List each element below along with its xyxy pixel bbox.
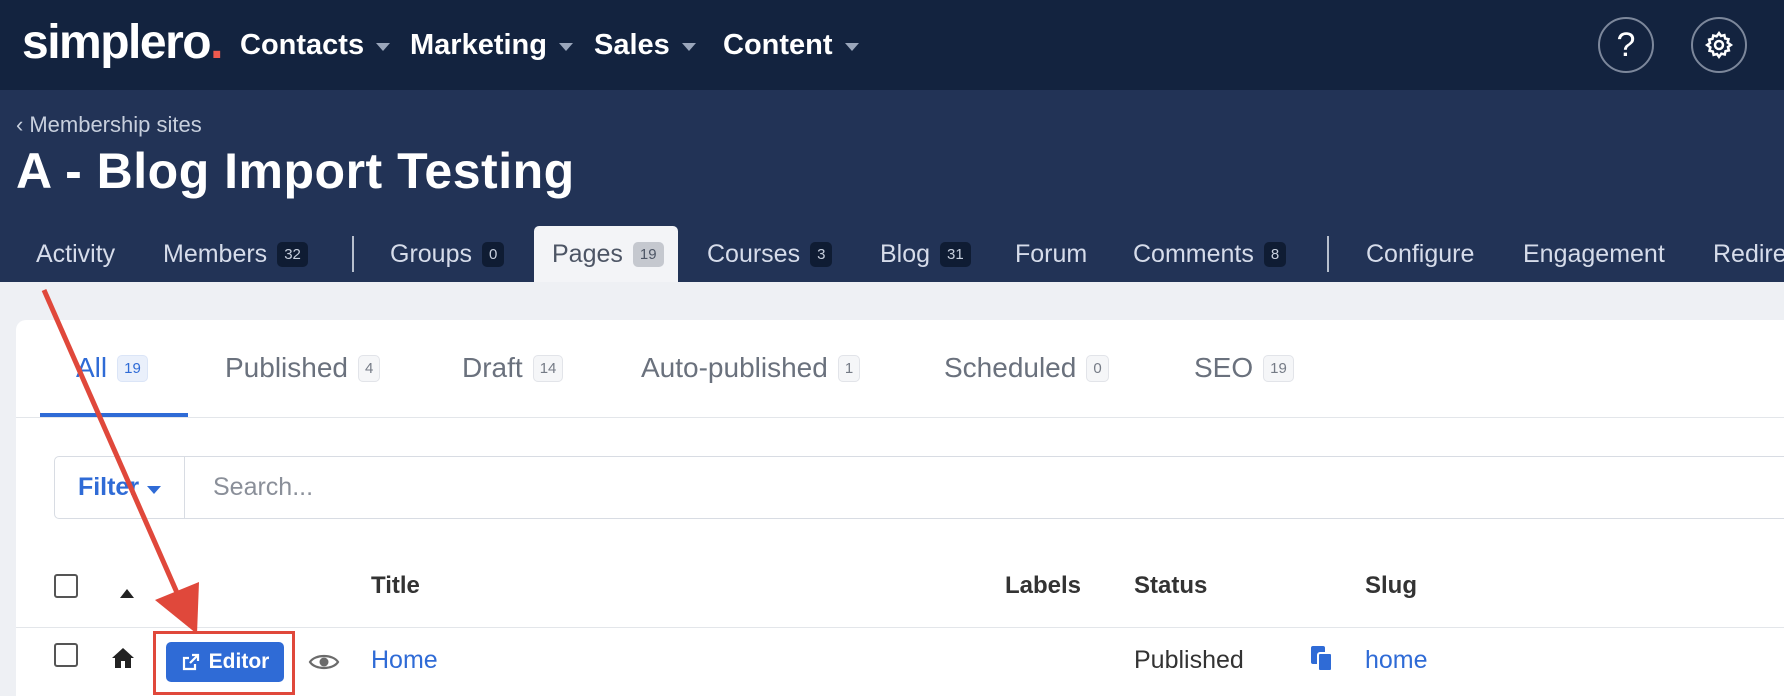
filter-dropdown-button[interactable]: Filter — [55, 457, 185, 518]
count-badge: 4 — [357, 354, 381, 382]
count-badge: 32 — [277, 241, 308, 267]
top-navigation-bar: simplero. Contacts Marketing Sales Conte… — [0, 0, 1784, 90]
tab-separator — [352, 236, 354, 272]
count-badge: 19 — [117, 354, 148, 382]
tab-redirects[interactable]: Redire — [1713, 226, 1784, 282]
chevron-down-icon — [376, 43, 391, 51]
count-badge: 31 — [940, 241, 971, 267]
slug-link[interactable]: home — [1365, 646, 1428, 675]
eye-icon[interactable] — [308, 651, 340, 673]
home-icon — [112, 648, 134, 668]
breadcrumb[interactable]: ‹ Membership sites — [16, 112, 202, 138]
site-tabs: Activity Members 32 Groups 0 Pages 19 Cours… — [0, 226, 1784, 282]
help-button[interactable]: ? — [1598, 17, 1654, 73]
column-header-slug[interactable]: Slug — [1365, 572, 1417, 600]
tab-pages[interactable]: Pages 19 — [534, 226, 678, 282]
count-badge: 1 — [837, 354, 861, 382]
divider — [16, 417, 1784, 418]
count-badge: 19 — [1263, 354, 1294, 382]
subtab-all[interactable]: All 19 — [76, 320, 148, 416]
question-mark-icon: ? — [1616, 25, 1636, 64]
count-badge: 19 — [632, 241, 664, 267]
column-header-status[interactable]: Status — [1134, 572, 1207, 600]
nav-menu-marketing[interactable]: Marketing — [410, 0, 573, 90]
chevron-down-icon — [681, 43, 696, 51]
tab-blog[interactable]: Blog 31 — [880, 226, 971, 282]
filter-search-bar: Filter — [54, 456, 1784, 519]
chevron-down-icon — [844, 43, 859, 51]
subtab-scheduled[interactable]: Scheduled 0 — [944, 320, 1109, 416]
tab-engagement[interactable]: Engagement — [1523, 226, 1665, 282]
page-title: A - Blog Import Testing — [16, 143, 575, 199]
gear-icon — [1704, 30, 1734, 60]
row-checkbox[interactable] — [54, 643, 78, 667]
chevron-down-icon — [147, 485, 162, 494]
divider — [16, 627, 1784, 628]
subtab-draft[interactable]: Draft 14 — [462, 320, 564, 416]
subtab-auto-published[interactable]: Auto-published 1 — [641, 320, 861, 416]
select-all-checkbox[interactable] — [54, 574, 78, 598]
nav-menu-contacts[interactable]: Contacts — [240, 0, 391, 90]
subtab-published[interactable]: Published 4 — [225, 320, 381, 416]
search-input[interactable] — [193, 457, 1784, 518]
tab-activity[interactable]: Activity — [36, 226, 115, 282]
column-header-title[interactable]: Title — [371, 572, 420, 600]
settings-button[interactable] — [1691, 17, 1747, 73]
chevron-down-icon — [558, 43, 573, 51]
count-badge: 14 — [532, 354, 564, 382]
nav-menu-sales[interactable]: Sales — [594, 0, 696, 90]
tab-separator — [1327, 236, 1329, 272]
sort-ascending-icon[interactable] — [120, 589, 134, 598]
tab-configure[interactable]: Configure — [1366, 226, 1474, 282]
count-badge: 0 — [1086, 354, 1109, 382]
chevron-left-icon: ‹ — [16, 112, 24, 137]
site-header: ‹ Membership sites A - Blog Import Testin… — [0, 90, 1784, 282]
count-badge: 8 — [1263, 241, 1287, 267]
status-text: Published — [1134, 646, 1244, 674]
column-header-labels[interactable]: Labels — [1005, 572, 1081, 600]
subtab-seo[interactable]: SEO 19 — [1194, 320, 1294, 416]
tab-groups[interactable]: Groups 0 — [390, 226, 505, 282]
copy-icon[interactable] — [1309, 644, 1335, 674]
count-badge: 0 — [481, 241, 505, 267]
nav-menu-content[interactable]: Content — [723, 0, 859, 90]
page-title-link[interactable]: Home — [371, 646, 438, 675]
tab-forum[interactable]: Forum — [1015, 226, 1087, 282]
tab-courses[interactable]: Courses 3 — [707, 226, 833, 282]
tab-comments[interactable]: Comments 8 — [1133, 226, 1287, 282]
annotation-highlight-box — [153, 631, 295, 695]
tab-members[interactable]: Members 32 — [163, 226, 308, 282]
simplero-logo[interactable]: simplero. — [22, 14, 223, 72]
count-badge: 3 — [810, 241, 833, 267]
